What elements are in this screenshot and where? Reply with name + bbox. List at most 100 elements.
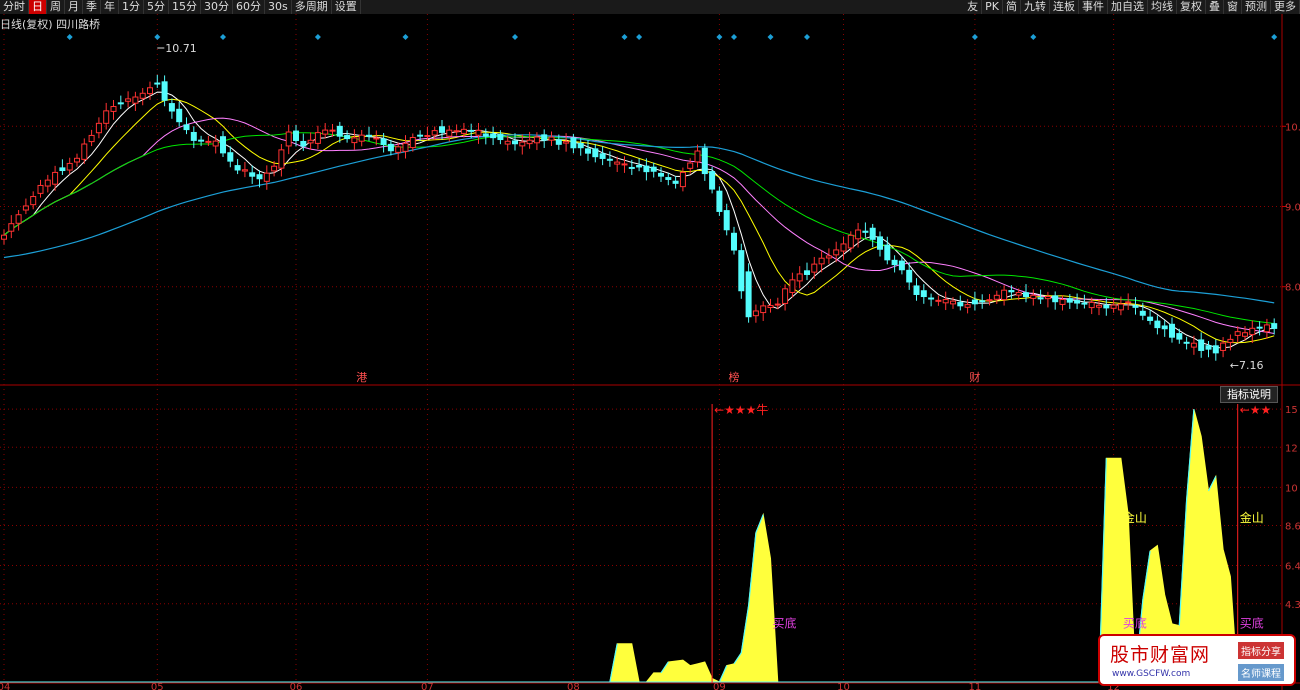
candle-body-148 (1081, 302, 1088, 305)
candle-body-113 (825, 255, 832, 259)
candle-body-144 (1052, 295, 1059, 303)
candle-body-31 (227, 152, 234, 162)
candle-body-171 (1249, 327, 1256, 336)
month-label-0: 04 (0, 682, 10, 690)
candle-body-104 (760, 305, 767, 314)
candle-body-24 (176, 108, 183, 123)
candle-body-73 (533, 136, 540, 144)
candle-body-141 (1030, 294, 1037, 299)
candle-body-96 (701, 147, 708, 175)
candle-body-38 (278, 149, 285, 169)
candle-body-103 (752, 310, 759, 317)
candle-body-150 (1096, 304, 1102, 308)
signal-diamond-0 (66, 34, 73, 40)
candle-body-65 (475, 129, 482, 136)
candle-body-75 (548, 136, 555, 141)
candle-body-62 (453, 130, 460, 133)
candle-body-147 (1074, 300, 1081, 304)
candle-body-26 (190, 131, 197, 141)
month-label-4: 08 (567, 682, 580, 690)
ind-tick-label-3: 10 (1285, 483, 1298, 494)
candle-body-37 (271, 165, 278, 172)
candle-body-46 (336, 125, 343, 137)
candle-body-172 (1256, 326, 1263, 329)
candle-body-51 (373, 137, 380, 140)
signal-diamond-5 (512, 34, 518, 40)
candle-body-128 (935, 299, 942, 302)
signal-diamond-14 (1271, 34, 1278, 40)
candle-body-129 (942, 299, 949, 304)
candle-body-44 (322, 129, 329, 135)
candle-body-83 (606, 158, 613, 161)
candle-body-154 (1125, 301, 1132, 304)
indicator-label-2: 买底 (1123, 615, 1147, 630)
main-tick-label-2: 10.0 (1285, 122, 1300, 133)
candle-body-4 (30, 196, 37, 206)
candle-body-78 (570, 137, 577, 149)
candle-body-102 (745, 271, 752, 318)
candle-body-27 (198, 139, 205, 142)
candle-body-174 (1271, 323, 1278, 329)
indicator-explain-button[interactable]: 指标说明 (1220, 386, 1278, 403)
signal-diamond-4 (402, 34, 409, 40)
candle-body-124 (906, 269, 913, 283)
signal-diamond-8 (716, 34, 723, 40)
candle-body-164 (1198, 339, 1205, 351)
candle-body-145 (1059, 299, 1066, 305)
candle-body-116 (847, 234, 854, 249)
candle-body-105 (767, 304, 774, 308)
candle-body-98 (716, 190, 723, 212)
candle-body-61 (446, 129, 453, 137)
candle-body-106 (774, 303, 781, 306)
candle-body-76 (555, 139, 562, 145)
ind-tick-label-2: 8.6 (1285, 522, 1300, 533)
candle-body-146 (1066, 298, 1073, 303)
candle-body-90 (658, 172, 664, 177)
candle-body-173 (1263, 324, 1270, 333)
candle-body-40 (293, 130, 299, 141)
candle-body-86 (628, 166, 635, 169)
candle-body-35 (256, 174, 263, 180)
candle-body-47 (344, 135, 351, 140)
candle-body-33 (241, 169, 248, 172)
candle-body-155 (1132, 305, 1139, 308)
candle-body-29 (212, 140, 219, 147)
candle-body-34 (249, 172, 256, 177)
candle-body-50 (366, 134, 372, 137)
candle-body-69 (504, 140, 511, 145)
ind-tick-label-5: 15 (1285, 405, 1298, 416)
candle-body-20 (147, 87, 153, 95)
candle-body-136 (993, 294, 1000, 300)
candle-body-126 (920, 290, 927, 298)
candle-body-152 (1110, 304, 1117, 309)
candle-body-67 (490, 133, 497, 139)
ind-tick-label-1: 6.4 (1285, 562, 1300, 573)
candle-body-81 (592, 148, 599, 158)
signal-diamond-13 (1030, 34, 1037, 40)
event-tag-1: 榜 (729, 370, 740, 384)
candle-body-63 (460, 128, 467, 134)
signal-diamond-2 (220, 34, 226, 40)
candle-body-97 (709, 171, 716, 190)
candle-body-70 (512, 140, 518, 145)
candle-body-114 (833, 249, 840, 256)
candle-body-161 (1176, 333, 1183, 340)
candle-body-151 (1103, 304, 1110, 309)
candle-body-84 (614, 161, 621, 165)
indicator-label-0: 买底 (773, 615, 797, 630)
signal-diamond-1 (154, 34, 161, 40)
candle-body-80 (585, 148, 591, 154)
candle-body-55 (402, 142, 409, 152)
candle-body-15 (110, 106, 117, 112)
candle-body-42 (307, 139, 314, 144)
candle-body-153 (1117, 303, 1124, 311)
candle-body-77 (563, 141, 570, 144)
month-label-6: 10 (837, 682, 850, 690)
candle-body-135 (986, 299, 993, 302)
candle-body-108 (789, 279, 796, 293)
candle-body-56 (409, 136, 416, 149)
indicator-label-4: 买底 (1240, 615, 1264, 630)
candle-body-74 (541, 134, 548, 141)
candle-body-166 (1212, 345, 1219, 354)
ma20-line (3, 117, 1275, 334)
